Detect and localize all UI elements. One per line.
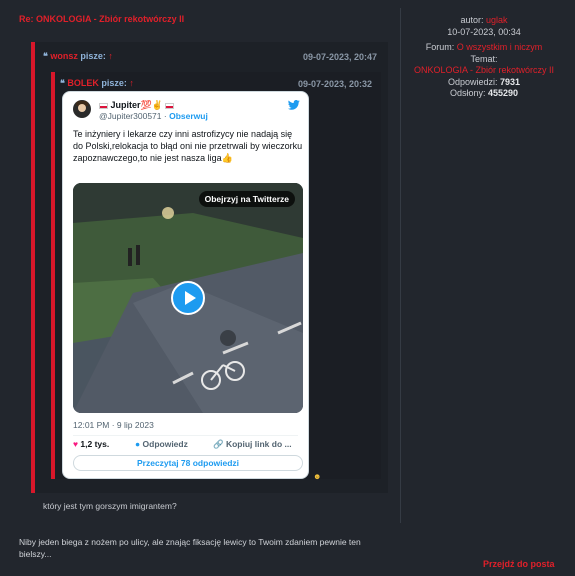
tweet-author-name[interactable]: Jupiter💯✌ (99, 100, 175, 111)
replies-count: 7931 (500, 76, 521, 87)
copy-link-button[interactable]: 🔗 Kopiuj link do ... (213, 439, 292, 450)
tweet-handle-line: @Jupiter300571 · Obserwuj (99, 111, 208, 121)
copy-link-label: Kopiuj link do ... (225, 439, 292, 449)
link-icon: 🔗 (213, 439, 224, 449)
avatar[interactable] (73, 100, 91, 118)
author-label: autor: (460, 15, 484, 25)
quote-username[interactable]: BOLEK (67, 78, 99, 88)
post-info-panel: autor: uglak 10-07-2023, 00:34 Forum: O … (404, 15, 564, 100)
quote-date: 09-07-2023, 20:32 (298, 79, 373, 89)
arrow-up-icon[interactable]: ↑ (108, 51, 113, 61)
play-icon[interactable] (171, 281, 205, 315)
post-date: 10-07-2023, 00:34 (447, 26, 521, 37)
embedded-tweet: Jupiter💯✌ @Jupiter300571 · Obserwuj Te i… (62, 91, 309, 479)
replies-label: Odpowiedzi: (447, 76, 498, 87)
flag-icon (99, 102, 108, 109)
divider (73, 435, 298, 436)
reply-label: Odpowiedz (142, 439, 188, 449)
column-divider (400, 8, 401, 523)
topic-link[interactable]: ONKOLOGIA - Zbiór rekotwórczy II (404, 65, 564, 77)
read-replies-button[interactable]: Przeczytaj 78 odpowiedzi (73, 455, 303, 471)
tweet-text: Te inżyniery i lekarze czy inni astrofiz… (73, 129, 303, 163)
tweet-video[interactable]: Obejrzyj na Twitterze (73, 183, 303, 413)
tweet-handle[interactable]: @Jupiter300571 (99, 111, 162, 121)
quote-block-outer: ❝ wonsz pisze: ↑ 09-07-2023, 20:47 ❝ BOL… (31, 42, 388, 511)
quote-says: pisze: (80, 51, 106, 61)
post-title[interactable]: Re: ONKOLOGIA - Zbiór rekotwórczy II (19, 14, 184, 24)
quote-username[interactable]: wonsz (50, 51, 78, 61)
quote-says: pisze: (101, 78, 127, 88)
quote-icon: ❝ (60, 78, 65, 88)
flag-icon (165, 102, 175, 109)
quote-block-inner: ❝ BOLEK pisze: ↑ 09-07-2023, 20:32 Jupit… (51, 72, 381, 481)
author-link[interactable]: uglak (486, 15, 508, 25)
heart-icon: ♥ (73, 439, 79, 449)
forum-label: Forum: (425, 42, 455, 52)
quote-icon: ❝ (43, 51, 48, 61)
quote-text: który jest tym gorszym imigrantem? (43, 501, 177, 511)
tweet-author-text[interactable]: Jupiter💯✌ (111, 100, 163, 110)
post-body: Niby jeden biega z nożem po ulicy, ale z… (19, 537, 361, 559)
like-button[interactable]: ♥ 1,2 tys. (73, 439, 109, 449)
goto-post-link[interactable]: Przejdź do posta (483, 559, 555, 569)
follow-button[interactable]: Obserwuj (169, 111, 208, 121)
reply-button[interactable]: ● Odpowiedz (135, 439, 188, 449)
tweet-timestamp[interactable]: 12:01 PM · 9 lip 2023 (73, 420, 154, 430)
arrow-up-icon[interactable]: ↑ (129, 78, 134, 88)
quote-date: 09-07-2023, 20:47 (303, 52, 378, 62)
twitter-bird-icon[interactable] (288, 100, 300, 110)
like-count: 1,2 tys. (80, 439, 110, 449)
views-count: 455290 (488, 88, 519, 98)
watch-on-twitter-button[interactable]: Obejrzyj na Twitterze (198, 191, 295, 207)
quote-header: ❝ wonsz pisze: ↑ (43, 51, 113, 62)
topic-label: Temat: (470, 53, 498, 64)
tweet-dot: · (163, 111, 167, 121)
reply-bubble-icon: ● (135, 439, 141, 449)
emoji-icon: ☻ (313, 472, 322, 481)
quote-header: ❝ BOLEK pisze: ↑ (60, 78, 134, 89)
views-label: Odsłony: (449, 88, 486, 98)
forum-link[interactable]: O wszystkim i niczym (457, 42, 543, 52)
